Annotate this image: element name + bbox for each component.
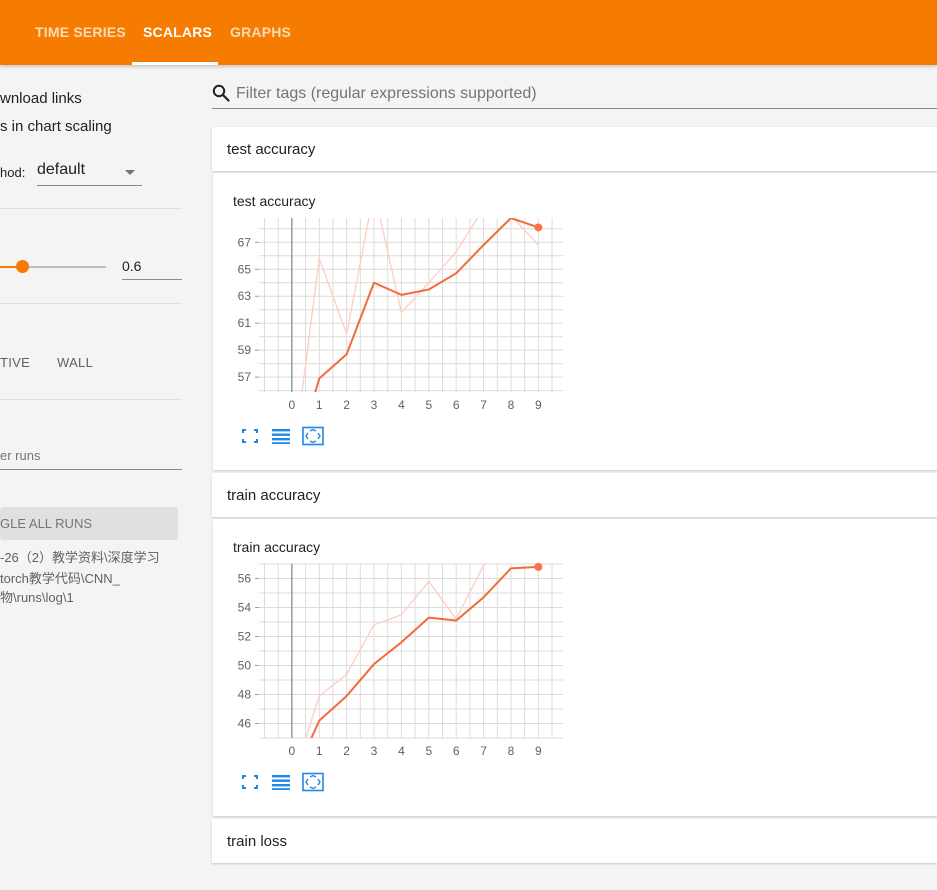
- divider: [0, 303, 182, 304]
- category-header-train-accuracy[interactable]: train accuracy: [212, 473, 937, 517]
- y-tick-label: 67: [238, 235, 252, 249]
- x-tick-label: 1: [316, 398, 323, 412]
- fullscreen-icon[interactable]: [239, 426, 261, 446]
- y-tick-label: 54: [238, 601, 252, 615]
- category-header-train-loss[interactable]: train loss: [212, 819, 937, 863]
- x-tick-label: 4: [398, 398, 405, 412]
- x-tick-label: 6: [453, 744, 460, 758]
- settings-sidebar: wnload links s in chart scaling hod: def…: [0, 65, 198, 890]
- x-tick-label: 3: [371, 398, 378, 412]
- chevron-down-icon: [125, 170, 135, 175]
- x-tick-label: 4: [398, 744, 405, 758]
- x-tick-label: 2: [343, 398, 350, 412]
- divider: [0, 399, 182, 400]
- run-name-line[interactable]: -26（2）教学资料\深度学习: [0, 547, 160, 566]
- chart-title: test accuracy: [233, 193, 316, 209]
- x-tick-label: 6: [453, 398, 460, 412]
- last-point-marker: [534, 223, 543, 232]
- chart-title: train accuracy: [233, 539, 321, 555]
- x-tick-label: 5: [425, 398, 432, 412]
- x-tick-label: 8: [508, 744, 515, 758]
- filter-runs-placeholder: er runs: [0, 448, 41, 463]
- toggle-log-scale-icon[interactable]: [270, 772, 292, 792]
- toggle-all-runs-label: GLE ALL RUNS: [0, 516, 93, 531]
- category-title: train accuracy: [227, 487, 321, 504]
- search-icon: [212, 84, 230, 102]
- filter-runs-input[interactable]: er runs: [0, 445, 182, 470]
- chart-card-train-accuracy: train accuracy 46 48 50 52 54 56 0 1 2 3 4 5 6 7 8 9: [213, 519, 937, 816]
- chart-train-accuracy[interactable]: 4648505254560 1 2 3 4 5 6 7 8 9: [213, 559, 573, 759]
- y-tick-label: 50: [238, 659, 252, 673]
- x-tick-label: 7: [480, 398, 487, 412]
- category-title: train loss: [227, 833, 288, 850]
- toggle-all-runs-button[interactable]: GLE ALL RUNS: [0, 507, 178, 540]
- fullscreen-icon[interactable]: [239, 772, 261, 792]
- chart-test-accuracy[interactable]: 5759616365670 1 2 3 4 5 6 7 8 9: [213, 213, 573, 413]
- tooltip-sorting-label: hod:: [0, 165, 26, 180]
- xaxis-relative-option[interactable]: TIVE: [0, 355, 30, 370]
- x-tick-label: 2: [343, 744, 350, 758]
- tooltip-sorting-value: default: [37, 161, 86, 178]
- y-tick-label: 46: [238, 717, 252, 731]
- y-tick-label: 63: [238, 289, 252, 303]
- y-tick-label: 59: [238, 343, 252, 357]
- smoothing-value: 0.6: [122, 258, 142, 274]
- smoothing-input[interactable]: 0.6: [122, 255, 182, 280]
- show-download-links-option[interactable]: wnload links: [0, 90, 82, 107]
- divider: [0, 208, 182, 209]
- x-tick-label: 7: [480, 744, 487, 758]
- xaxis-wall-option[interactable]: WALL: [57, 355, 93, 370]
- tooltip-sorting-select[interactable]: default: [37, 161, 142, 186]
- x-tick-label: 8: [508, 398, 515, 412]
- active-tab-indicator: [132, 62, 218, 65]
- category-header-test-accuracy[interactable]: test accuracy: [212, 127, 937, 171]
- x-tick-label: 0: [289, 744, 296, 758]
- run-name-line[interactable]: torch教学代码\CNN_: [0, 568, 120, 587]
- category-title: test accuracy: [227, 141, 316, 158]
- x-tick-label: 5: [425, 744, 432, 758]
- fit-domain-icon[interactable]: [302, 426, 324, 446]
- top-navigation-bar: TIME SERIES SCALARS GRAPHS: [0, 0, 937, 65]
- toggle-log-scale-icon[interactable]: [270, 426, 292, 446]
- tab-time-series[interactable]: TIME SERIES: [35, 0, 126, 65]
- tag-filter-input[interactable]: Filter tags (regular expressions support…: [212, 80, 937, 109]
- y-tick-label: 61: [238, 316, 252, 330]
- y-tick-label: 48: [238, 688, 252, 702]
- x-tick-label: 1: [316, 744, 323, 758]
- tab-graphs[interactable]: GRAPHS: [230, 0, 291, 65]
- x-tick-label: 9: [535, 744, 542, 758]
- y-tick-label: 52: [238, 630, 252, 644]
- tab-scalars[interactable]: SCALARS: [143, 0, 212, 65]
- y-tick-label: 57: [238, 370, 252, 384]
- fit-domain-icon[interactable]: [302, 772, 324, 792]
- y-tick-label: 56: [238, 572, 252, 586]
- x-tick-label: 0: [289, 398, 296, 412]
- last-point-marker: [534, 562, 543, 571]
- ignore-outliers-option[interactable]: s in chart scaling: [0, 118, 112, 135]
- chart-card-test-accuracy: test accuracy 57 59 61 63 65 67 0 1 2 3 4 5 6 7 8 9: [213, 173, 937, 470]
- smoothing-slider-thumb[interactable]: [16, 260, 29, 273]
- y-tick-label: 65: [238, 262, 252, 276]
- run-name-line[interactable]: 物\runs\log\1: [0, 587, 74, 606]
- x-tick-label: 3: [371, 744, 378, 758]
- tag-filter-placeholder: Filter tags (regular expressions support…: [236, 85, 537, 102]
- x-tick-label: 9: [535, 398, 542, 412]
